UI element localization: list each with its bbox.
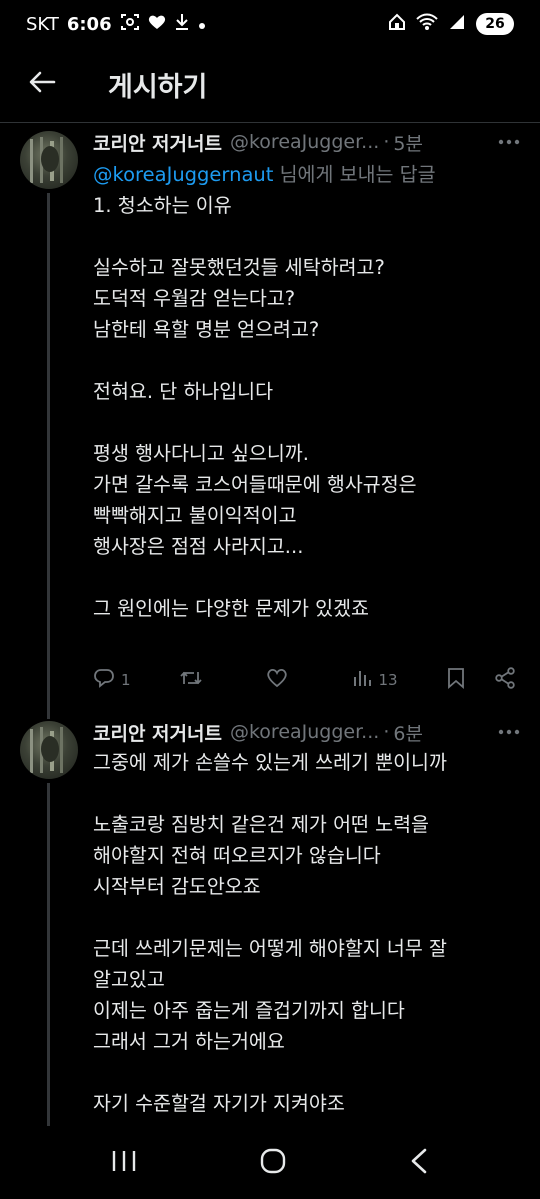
text-line: 그래서 그거 하는거에요 [93,1030,285,1053]
tweet-time: 5분 [393,132,423,155]
text-line: 그 원인에는 다양한 문제가 있겠죠 [93,597,369,620]
signal-icon [448,13,466,36]
reply-context: @koreaJuggernaut 님에게 보내는 답글 [93,159,524,190]
separator: · [383,721,390,743]
back-button[interactable] [0,48,84,120]
home-circle-icon[interactable] [259,1147,287,1179]
home-icon [388,13,406,36]
text-line: 빡빡해지고 불이익적이고 [93,504,297,527]
carrier-label: SKT [26,13,59,35]
text-line: 자기 수준할걸 자기가 지켜야조 [93,1092,345,1115]
heart-icon [148,14,166,35]
text-line: 노출코랑 짐방치 같은건 제가 어떤 노력을 [93,813,429,836]
text-line: 도덕적 우월감 얻는다고? [93,287,296,310]
more-options-icon[interactable] [490,729,520,735]
text-line: 실수하고 잘못했던것들 세탁하려고? [93,256,385,279]
author-handle[interactable]: @koreaJugger... [230,721,379,743]
back-chevron-icon[interactable] [409,1147,429,1179]
text-line: 남한테 욕할 명분 얻으려고? [93,318,320,341]
reply-button[interactable]: 1 [93,668,179,692]
status-time: 6:06 [66,13,112,35]
text-line: 평생 행사다니고 싶으니까. [93,442,309,465]
text-line: 행사장은 점점 사라지고... [93,535,304,558]
tweet[interactable]: 코리안 저거너트 @koreaJugger... · 5분 @koreaJugg… [0,123,540,713]
avatar[interactable] [20,131,78,189]
bookmark-button[interactable] [447,667,494,693]
retweet-icon [179,668,203,692]
separator: · [383,131,390,153]
text-line: 전혀요. 단 하나입니다 [93,380,274,403]
text-line: 근데 쓰레기문제는 어떻게 해야할지 너무 잘 [93,937,447,960]
system-nav-bar [0,1126,540,1199]
battery-indicator: 26 [476,13,514,35]
views-chart-icon [352,668,372,692]
retweet-button[interactable] [179,668,265,692]
heart-outline-icon [266,668,288,692]
reply-suffix: 님에게 보내는 답글 [273,163,436,186]
bookmark-icon [447,667,465,693]
download-icon [174,13,190,36]
text-line: 1. 청소하는 이유 [93,194,232,217]
recents-icon[interactable] [111,1149,137,1177]
tweet[interactable]: 코리안 저거너트 @koreaJugger... · 6분 그중에 제가 손쓸수… [0,713,540,1126]
tweet-header: 코리안 저거너트 @koreaJugger... · 5분 [93,127,520,157]
tweet-body: @koreaJuggernaut 님에게 보내는 답글 1. 청소하는 이유 실… [93,159,524,624]
page-title: 게시하기 [108,71,208,103]
text-line [93,345,524,376]
text-line [93,902,524,933]
reply-icon [93,668,115,692]
tweet-header: 코리안 저거너트 @koreaJugger... · 6분 [93,717,520,747]
mention-link[interactable]: @koreaJuggernaut [93,163,273,186]
views-count: 13 [378,671,398,689]
text-line: 알고있고 [93,968,165,991]
author-name[interactable]: 코리안 저거너트 [93,129,222,156]
wifi-icon [416,13,438,36]
tweet-time: 6분 [393,722,423,745]
views-button[interactable]: 13 [352,668,446,692]
screenshot-icon [120,13,140,36]
text-line [93,221,524,252]
dot-icon [198,14,206,35]
share-icon [494,667,516,693]
author-handle[interactable]: @koreaJugger... [230,131,379,153]
reply-count: 1 [121,671,131,689]
app-header: 게시하기 [0,48,540,120]
text-line: 해야할지 전혀 떠오르지가 않습니다 [93,844,381,867]
avatar[interactable] [20,721,78,779]
text-line: 이제는 아주 줍는게 즐겁기까지 합니다 [93,999,405,1022]
text-line [93,1057,524,1088]
author-name[interactable]: 코리안 저거너트 [93,719,222,746]
share-button[interactable] [494,667,516,693]
tweet-body: 그중에 제가 손쓸수 있는게 쓰레기 뿐이니까 노출코랑 짐방치 같은건 제가 … [93,747,524,1119]
text-line [93,778,524,809]
more-options-icon[interactable] [490,139,520,145]
text-line: 시작부터 감도안오죠 [93,875,261,898]
text-line: 그중에 제가 손쓸수 있는게 쓰레기 뿐이니까 [93,751,447,774]
tweet-actions: 1 13 [93,664,516,696]
text-line [93,562,524,593]
text-line: 가면 갈수록 코스어들때문에 행사규정은 [93,473,417,496]
arrow-left-icon [28,70,56,98]
thread-feed[interactable]: 코리안 저거너트 @koreaJugger... · 5분 @koreaJugg… [0,123,540,1126]
status-bar: SKT 6:06 26 [0,0,540,48]
text-line [93,407,524,438]
like-button[interactable] [266,668,352,692]
